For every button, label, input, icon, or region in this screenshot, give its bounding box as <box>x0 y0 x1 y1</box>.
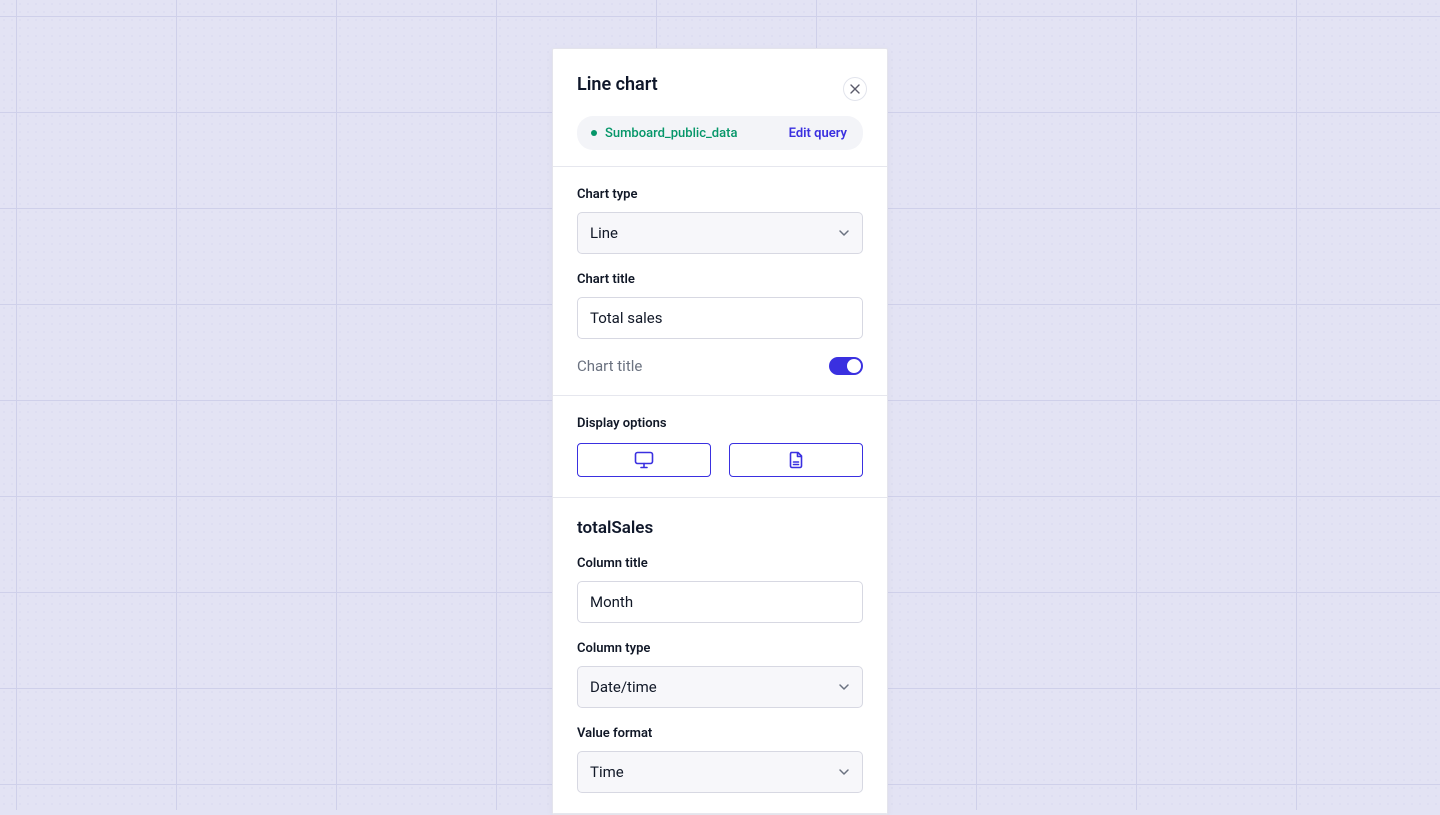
monitor-icon <box>634 451 654 469</box>
display-option-document[interactable] <box>729 443 863 477</box>
document-icon <box>788 451 804 469</box>
column-type-field: Column type Date/time <box>577 641 863 708</box>
chevron-down-icon <box>838 766 850 778</box>
chart-type-select[interactable]: Line <box>577 212 863 254</box>
chart-title-label: Chart title <box>577 272 863 287</box>
status-dot-icon <box>591 130 597 136</box>
display-options-row <box>577 443 863 477</box>
close-icon <box>850 84 860 94</box>
column-title-value: Month <box>590 593 633 611</box>
chart-title-toggle-row: Chart title <box>577 357 863 375</box>
column-type-label: Column type <box>577 641 863 656</box>
datasource-pill: Sumboard_public_data Edit query <box>577 116 863 150</box>
chart-title-value: Total sales <box>590 309 662 327</box>
column-title-field: Column title Month <box>577 556 863 623</box>
chevron-down-icon <box>838 227 850 239</box>
edit-query-link[interactable]: Edit query <box>789 126 847 141</box>
display-options-section: Display options <box>553 396 887 497</box>
display-option-desktop[interactable] <box>577 443 711 477</box>
chart-type-label: Chart type <box>577 187 863 202</box>
column-section: totalSales Column title Month Column typ… <box>553 498 887 813</box>
value-format-field: Value format Time <box>577 726 863 793</box>
divider <box>553 813 887 814</box>
column-type-select[interactable]: Date/time <box>577 666 863 708</box>
datasource-name: Sumboard_public_data <box>605 126 781 141</box>
column-name: totalSales <box>577 518 863 538</box>
chart-section: Chart type Line Chart title Total sales … <box>553 167 887 395</box>
value-format-label: Value format <box>577 726 863 741</box>
chart-title-toggle-label: Chart title <box>577 357 642 375</box>
chart-title-toggle[interactable] <box>829 357 863 375</box>
chart-type-field: Chart type Line <box>577 187 863 254</box>
column-title-label: Column title <box>577 556 863 571</box>
chart-title-input[interactable]: Total sales <box>577 297 863 339</box>
settings-panel: Line chart Sumboard_public_data Edit que… <box>552 48 888 815</box>
value-format-value: Time <box>590 763 624 781</box>
close-button[interactable] <box>843 77 867 101</box>
toggle-knob <box>847 359 861 373</box>
chart-title-field: Chart title Total sales <box>577 272 863 339</box>
column-title-input[interactable]: Month <box>577 581 863 623</box>
chevron-down-icon <box>838 681 850 693</box>
panel-header: Line chart <box>553 49 887 96</box>
column-type-value: Date/time <box>590 678 657 696</box>
chart-type-value: Line <box>590 224 618 242</box>
value-format-select[interactable]: Time <box>577 751 863 793</box>
panel-title: Line chart <box>577 73 863 96</box>
display-options-label: Display options <box>577 416 863 431</box>
